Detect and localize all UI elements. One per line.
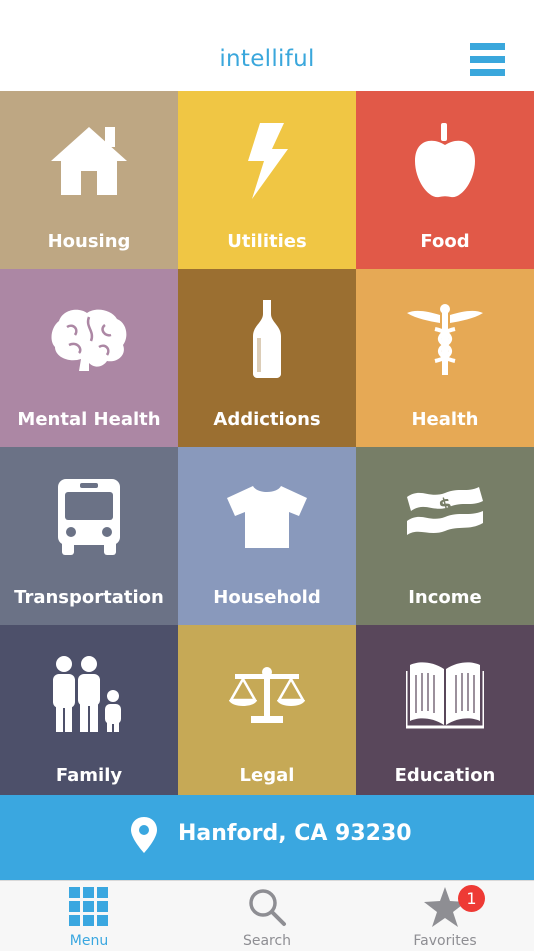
tab-search[interactable]: Search (178, 881, 356, 951)
category-label: Health (411, 409, 479, 430)
category-income[interactable]: $ Income (356, 447, 534, 625)
tab-menu[interactable]: Menu (0, 881, 178, 951)
category-label: Food (420, 231, 470, 252)
location-bar[interactable]: Hanford, CA 93230 (0, 795, 534, 880)
category-label: Mental Health (17, 409, 161, 430)
favorites-badge: 1 (458, 885, 485, 912)
category-label: Family (55, 765, 123, 786)
book-icon (406, 662, 484, 729)
category-education[interactable]: Education (356, 625, 534, 803)
category-label: Income (408, 587, 482, 608)
location-text: Hanford, CA 93230 (178, 821, 412, 846)
category-addictions[interactable]: Addictions (178, 269, 356, 447)
bottle-icon (253, 300, 281, 378)
money-icon: $ (407, 487, 483, 535)
tab-label: Favorites (413, 933, 477, 949)
category-transportation[interactable]: Transportation (0, 447, 178, 625)
tab-bar: Menu Search Favorites (0, 880, 534, 951)
category-family[interactable]: Family (0, 625, 178, 803)
tab-label: Menu (69, 933, 109, 949)
category-health[interactable]: Health (356, 269, 534, 447)
hamburger-menu-button[interactable] (470, 43, 505, 76)
category-label: Education (394, 765, 496, 786)
category-utilities[interactable]: Utilities (178, 91, 356, 269)
apple-icon (415, 123, 475, 198)
tab-favorites[interactable]: Favorites (356, 881, 534, 951)
search-icon (249, 889, 286, 926)
category-housing[interactable]: Housing (0, 91, 178, 269)
header: intelliful (0, 0, 534, 91)
lightning-icon (248, 123, 288, 199)
category-label: Household (213, 587, 321, 608)
category-household[interactable]: Household (178, 447, 356, 625)
grid-icon (69, 887, 108, 926)
app-title: intelliful (219, 46, 315, 72)
brain-icon (51, 309, 127, 371)
caduceus-icon (407, 304, 483, 375)
category-label: Addictions (213, 409, 321, 430)
scales-icon (229, 667, 305, 723)
category-grid: Housing Utilities Food Mental Health Add… (0, 91, 534, 803)
category-label: Transportation (14, 587, 164, 608)
tab-label: Search (242, 933, 292, 949)
bus-icon (58, 479, 120, 555)
house-icon (51, 127, 127, 195)
category-label: Housing (47, 231, 131, 252)
category-food[interactable]: Food (356, 91, 534, 269)
category-mental-health[interactable]: Mental Health (0, 269, 178, 447)
category-label: Utilities (227, 231, 307, 252)
hamburger-icon (470, 43, 505, 76)
shirt-icon (227, 486, 307, 548)
category-label: Legal (239, 765, 295, 786)
family-icon (53, 656, 121, 732)
category-legal[interactable]: Legal (178, 625, 356, 803)
location-pin-icon (131, 817, 157, 853)
